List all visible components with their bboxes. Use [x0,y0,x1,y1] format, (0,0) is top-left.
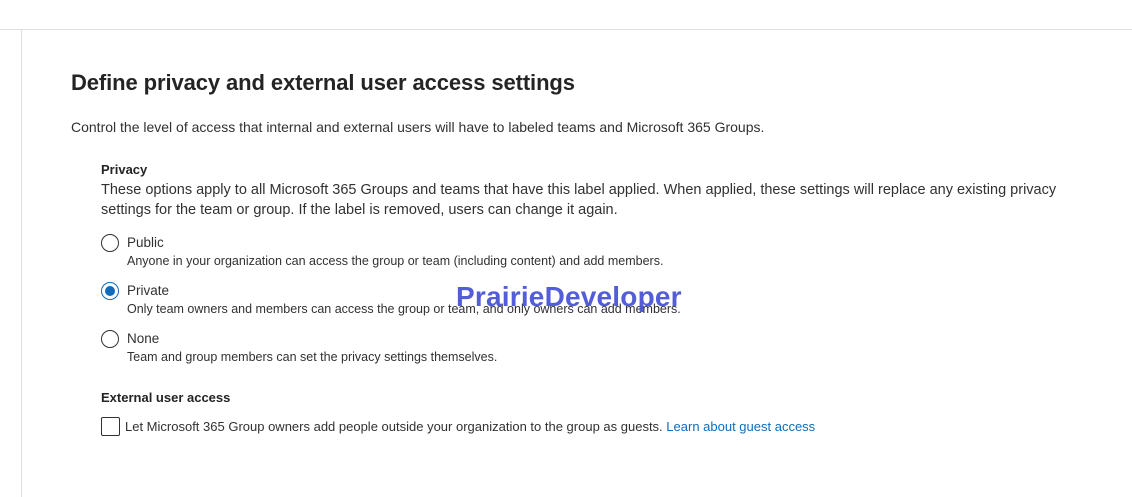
page-title: Define privacy and external user access … [71,70,575,95]
privacy-section: Privacy These options apply to all Micro… [101,162,1111,378]
radio-none-description: Team and group members can set the priva… [127,350,498,364]
page-description: Control the level of access that interna… [71,119,765,135]
guest-access-checkbox[interactable] [101,417,120,436]
radio-public-description: Anyone in your organization can access t… [127,254,664,268]
radio-none-label[interactable]: None [127,330,1111,348]
privacy-title: Privacy [101,162,148,177]
left-divider [21,30,22,497]
learn-guest-access-link[interactable]: Learn about guest access [666,419,815,434]
radio-none[interactable] [101,330,119,348]
guest-access-label[interactable]: Let Microsoft 365 Group owners add peopl… [125,419,663,434]
radio-option-none[interactable]: None Team and group members can set the … [101,330,1111,378]
radio-private[interactable] [101,282,119,300]
radio-option-public[interactable]: Public Anyone in your organization can a… [101,234,1111,282]
watermark-text: PrairieDeveloper [456,281,682,312]
external-access-section: External user access Let Microsoft 365 G… [101,390,1111,437]
radio-public[interactable] [101,234,119,252]
settings-panel: Define privacy and external user access … [71,68,1111,437]
guest-access-option[interactable]: Let Microsoft 365 Group owners add peopl… [101,417,1111,437]
privacy-description: These options apply to all Microsoft 365… [101,182,1057,218]
top-bar [0,0,1132,30]
radio-public-label[interactable]: Public [127,234,1111,252]
external-access-title: External user access [101,390,231,405]
